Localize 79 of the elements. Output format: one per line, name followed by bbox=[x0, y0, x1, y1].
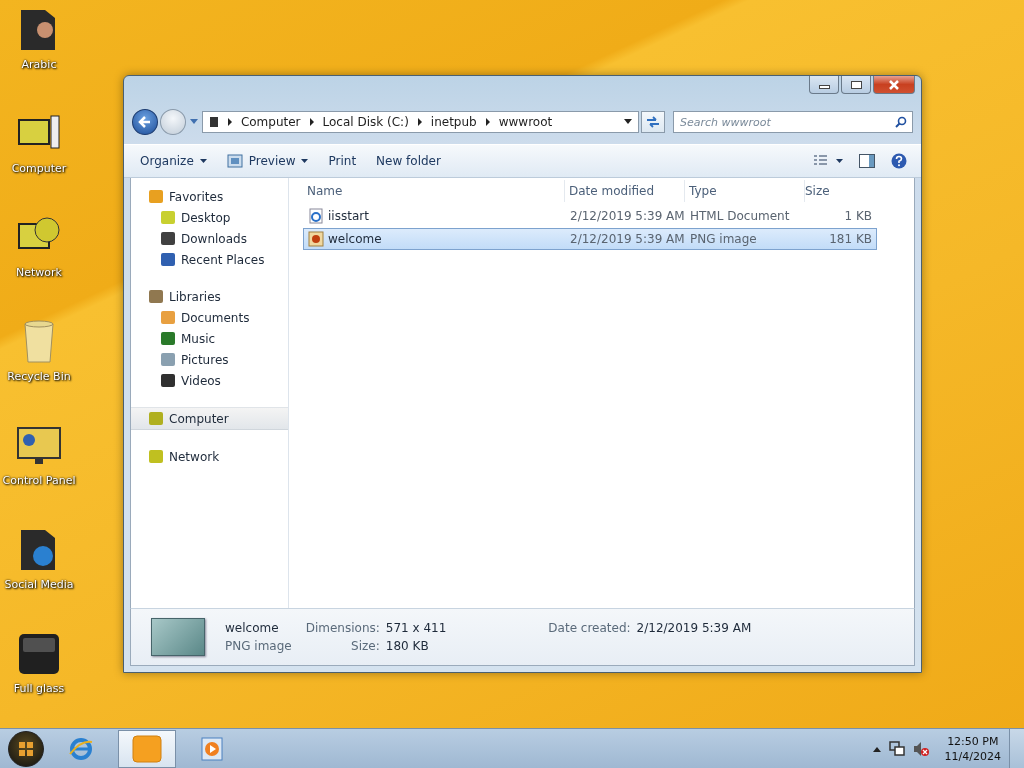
breadcrumb[interactable]: Local Disk (C:) bbox=[322, 115, 409, 129]
column-header[interactable]: Type bbox=[685, 180, 805, 202]
breadcrumb-arrow-icon[interactable] bbox=[308, 118, 315, 126]
back-arrow-icon bbox=[137, 115, 152, 129]
file-type: PNG image bbox=[225, 639, 292, 653]
size-cell-text: 1 KB bbox=[843, 209, 873, 223]
detail-value: 571 x 411 bbox=[385, 621, 447, 635]
breadcrumb-arrow-icon[interactable] bbox=[226, 118, 233, 126]
windows-logo-icon bbox=[19, 741, 33, 756]
file-name: iisstart bbox=[328, 209, 369, 223]
breadcrumb[interactable]: Computer bbox=[240, 115, 301, 129]
toolbar-button[interactable]: New folder bbox=[368, 150, 449, 172]
detail-value: 180 KB bbox=[385, 639, 430, 653]
toolbar-button[interactable]: Print bbox=[320, 150, 365, 172]
refresh-arrows-icon bbox=[646, 116, 660, 128]
breadcrumb-arrow-icon[interactable] bbox=[416, 118, 423, 126]
detail-value: 2/12/2019 5:39 AM bbox=[636, 621, 752, 635]
sidebar-item[interactable]: Videos bbox=[131, 370, 288, 391]
clock-date[interactable]: 11/4/2024 bbox=[944, 748, 1001, 764]
sidebar-item[interactable]: Music bbox=[131, 328, 288, 349]
address-dropdown-icon[interactable] bbox=[624, 119, 633, 125]
search-icon bbox=[895, 116, 907, 128]
web-document-icon bbox=[308, 208, 324, 224]
preview-icon bbox=[226, 154, 243, 168]
toolbar-button[interactable]: Preview bbox=[218, 150, 317, 172]
preview-pane-icon bbox=[859, 154, 875, 168]
file-row[interactable]: welcome 2/12/2019 5:39 AM PNG image 181 KB bbox=[303, 228, 877, 250]
toolbar-button[interactable]: Organize bbox=[132, 150, 215, 172]
taskbar-button[interactable] bbox=[118, 729, 176, 768]
address-bar[interactable]: Computer Local Disk (C:) inetpub wwwroot bbox=[201, 111, 640, 133]
sidebar-item[interactable]: Recent Places bbox=[131, 249, 288, 270]
date-cell-text: 2/12/2019 5:39 AM bbox=[569, 232, 686, 246]
detail-label: Size: bbox=[350, 639, 380, 653]
column-header[interactable]: Date modified bbox=[565, 180, 685, 202]
sidebar-item[interactable]: Desktop bbox=[131, 207, 288, 228]
breadcrumb[interactable]: inetpub bbox=[430, 115, 477, 129]
sidebar-item[interactable]: Computer bbox=[131, 407, 288, 430]
refresh-button[interactable] bbox=[641, 111, 665, 133]
close-button[interactable] bbox=[873, 76, 915, 94]
image-thumbnail bbox=[151, 618, 205, 656]
date-cell-text: 2/12/2019 5:39 AM bbox=[569, 209, 686, 223]
breadcrumb[interactable]: wwwroot bbox=[498, 115, 553, 129]
media-player-icon bbox=[201, 736, 225, 761]
minimize-button[interactable] bbox=[809, 76, 839, 94]
network-status-icon[interactable] bbox=[888, 740, 905, 757]
show-hidden-icons-icon[interactable] bbox=[872, 745, 881, 752]
sidebar-item[interactable]: Pictures bbox=[131, 349, 288, 370]
file-name: welcome bbox=[225, 621, 280, 635]
history-dropdown-icon[interactable] bbox=[189, 119, 198, 125]
browser-icon bbox=[68, 735, 94, 762]
sidebar-item[interactable]: Downloads bbox=[131, 228, 288, 249]
start-button[interactable] bbox=[8, 730, 44, 767]
folder-icon bbox=[132, 734, 162, 763]
sidebar-item[interactable]: Network bbox=[131, 446, 288, 467]
close-icon bbox=[888, 79, 900, 90]
size-cell-text: 181 KB bbox=[828, 232, 873, 246]
view-list-icon bbox=[813, 155, 843, 167]
image-file-icon bbox=[308, 231, 324, 247]
maximize-button[interactable] bbox=[841, 76, 871, 94]
column-header[interactable]: Name bbox=[303, 180, 565, 202]
sidebar-item[interactable]: Libraries bbox=[131, 286, 288, 307]
sidebar-item[interactable]: Documents bbox=[131, 307, 288, 328]
clock-time[interactable]: 12:50 PM bbox=[947, 733, 999, 749]
sidebar-item[interactable]: Favorites bbox=[131, 186, 288, 207]
file-name: welcome bbox=[328, 232, 382, 246]
back-button[interactable] bbox=[132, 109, 158, 135]
type-cell-text: PNG image bbox=[689, 232, 758, 246]
speaker-muted-icon[interactable] bbox=[912, 740, 929, 757]
caret-icon bbox=[301, 159, 309, 163]
caret-icon bbox=[199, 159, 207, 163]
type-cell-text: HTML Document bbox=[689, 209, 791, 223]
search-field[interactable]: Search wwwroot bbox=[673, 111, 913, 133]
breadcrumb-arrow-icon[interactable] bbox=[484, 118, 491, 126]
file-row[interactable]: iisstart 2/12/2019 5:39 AM HTML Document 1 KB bbox=[303, 205, 877, 227]
detail-label: Date created: bbox=[548, 621, 631, 635]
column-header[interactable]: Size bbox=[805, 180, 875, 202]
help-icon bbox=[891, 153, 907, 169]
drive-icon bbox=[208, 116, 219, 128]
detail-label: Dimensions: bbox=[305, 621, 380, 635]
